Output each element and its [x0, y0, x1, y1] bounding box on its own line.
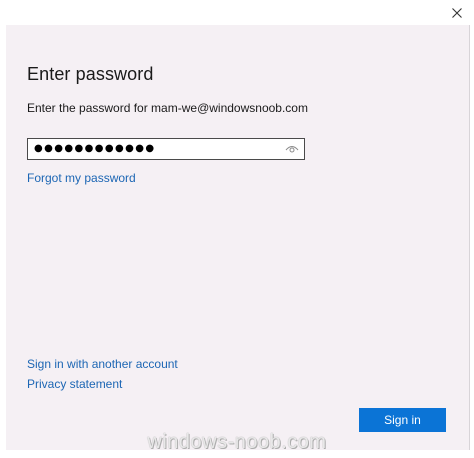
password-field[interactable]: ●●●●●●●●●●●●: [27, 138, 305, 160]
page-title: Enter password: [27, 64, 154, 84]
forgot-password-link[interactable]: Forgot my password: [27, 171, 136, 185]
sign-in-window: Enter password Enter the password for ma…: [0, 0, 474, 458]
title-bar: [0, 0, 474, 25]
privacy-statement-link[interactable]: Privacy statement: [27, 377, 122, 391]
reveal-password-button[interactable]: [283, 141, 301, 157]
password-value: ●●●●●●●●●●●●: [34, 143, 156, 154]
eye-icon: [285, 146, 299, 153]
password-panel: Enter password Enter the password for ma…: [6, 25, 470, 450]
sign-in-button[interactable]: Sign in: [359, 408, 446, 432]
watermark: windows-noob.com: [147, 431, 327, 453]
instruction-text: Enter the password for mam-we@windowsnoo…: [27, 101, 308, 115]
another-account-link[interactable]: Sign in with another account: [27, 357, 178, 371]
close-icon: [452, 7, 462, 18]
close-button[interactable]: [440, 0, 474, 25]
